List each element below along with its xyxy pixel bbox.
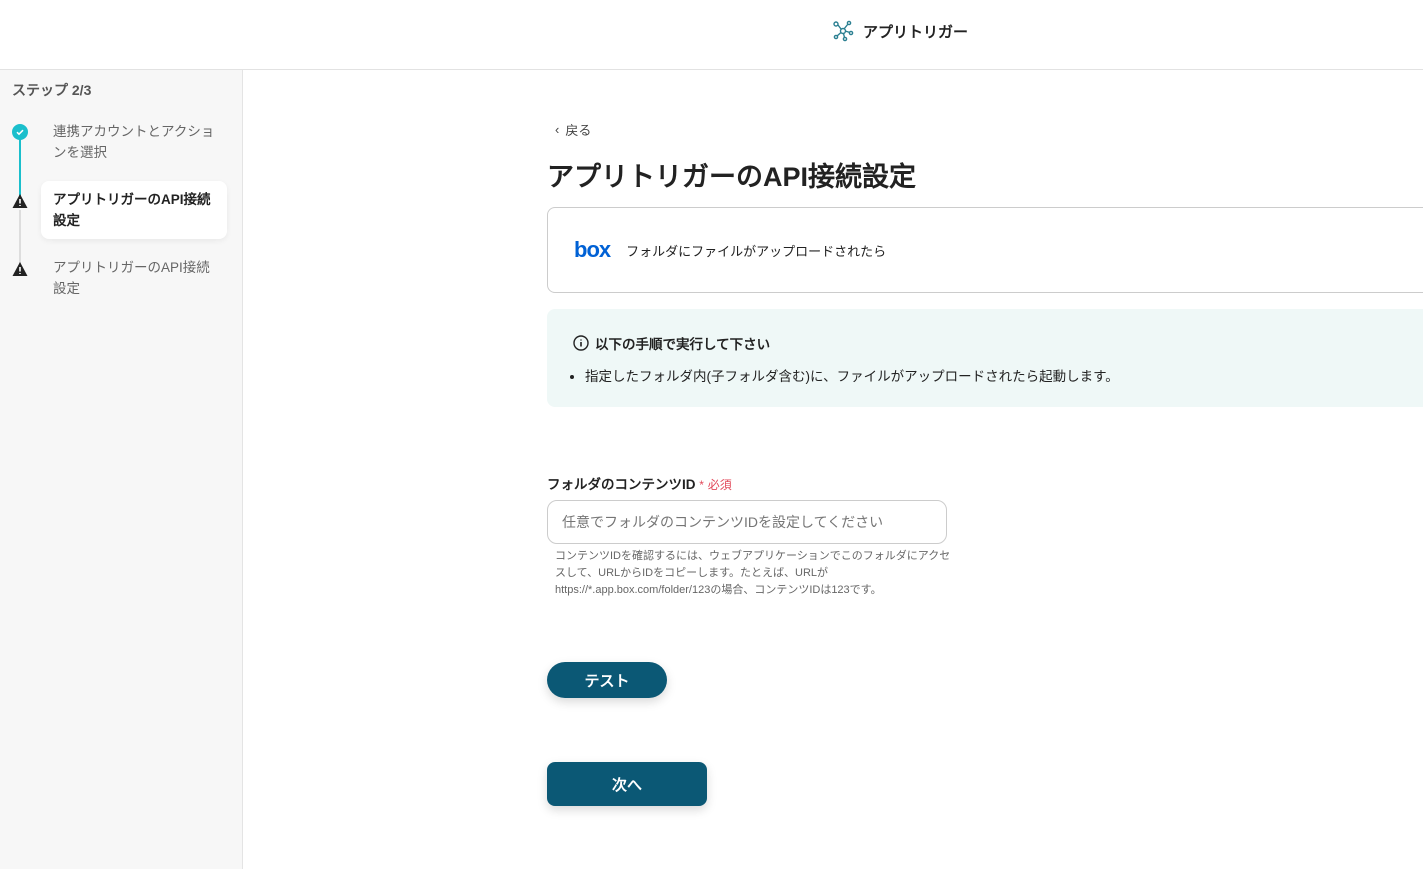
back-link[interactable]: ‹ 戻る bbox=[555, 120, 591, 139]
warning-icon bbox=[12, 262, 28, 276]
check-circle-icon bbox=[12, 124, 28, 140]
next-button[interactable]: 次へ bbox=[547, 762, 707, 806]
chevron-left-icon: ‹ bbox=[555, 122, 560, 137]
field-label: フォルダのコンテンツID * 必須 bbox=[547, 473, 732, 493]
app-brand: アプリトリガー bbox=[832, 20, 968, 42]
field-help-text: コンテンツIDを確認するには、ウェブアプリケーションでこのフォルダにアクセスして… bbox=[555, 550, 951, 596]
info-item: 指定したフォルダ内(子フォルダ含む)に、ファイルがアップロードされたら起動します… bbox=[585, 365, 1421, 385]
network-icon bbox=[833, 20, 854, 42]
folder-content-id-input[interactable] bbox=[547, 500, 947, 544]
test-button[interactable]: テスト bbox=[547, 662, 667, 698]
trigger-label: フォルダにファイルがアップロードされたら bbox=[626, 243, 887, 259]
page-title: アプリトリガーのAPI接続設定 bbox=[547, 162, 917, 192]
trigger-card[interactable]: box フォルダにファイルがアップロードされたら bbox=[547, 207, 1423, 293]
warning-icon bbox=[12, 194, 28, 208]
step-item-select-action[interactable]: 連携アカウントとアクションを選択 bbox=[41, 113, 227, 171]
info-icon bbox=[573, 335, 589, 351]
back-label: 戻る bbox=[565, 123, 592, 138]
info-panel: 以下の手順で実行して下さい 指定したフォルダ内(子フォルダ含む)に、ファイルがア… bbox=[547, 309, 1423, 407]
info-heading: 以下の手順で実行して下さい bbox=[595, 337, 771, 352]
step-sidebar: ステップ 2/3 連携アカウントとアクションを選択 アプリトリガーのAPI接続設… bbox=[0, 70, 243, 869]
progress-line bbox=[19, 138, 21, 200]
field-label-text: フォルダのコンテンツID bbox=[547, 477, 696, 492]
step-counter: ステップ 2/3 bbox=[12, 82, 92, 98]
step-item-api-settings-current[interactable]: アプリトリガーのAPI接続設定 bbox=[41, 181, 227, 239]
header: アプリトリガー bbox=[0, 0, 1423, 70]
progress-line-pending bbox=[19, 210, 21, 268]
required-label: 必須 bbox=[707, 478, 732, 492]
app-name: アプリトリガー bbox=[863, 23, 969, 41]
required-mark: * bbox=[699, 478, 704, 492]
step-item-api-settings[interactable]: アプリトリガーのAPI接続設定 bbox=[41, 249, 227, 307]
box-logo: box bbox=[574, 237, 611, 262]
